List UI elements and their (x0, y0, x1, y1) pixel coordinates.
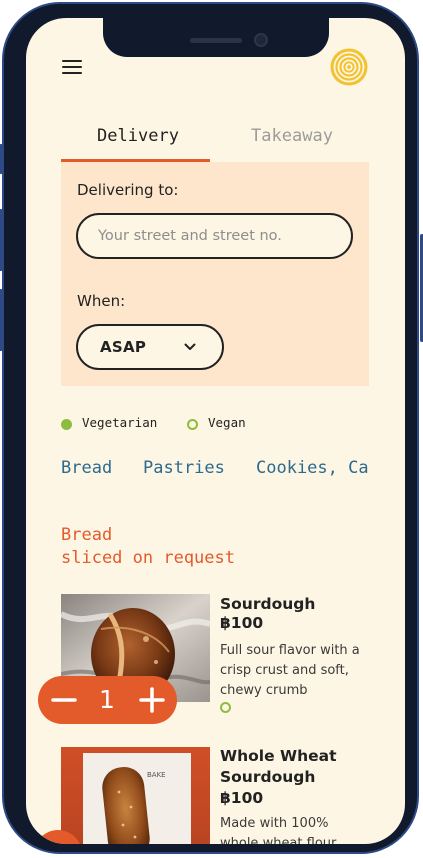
when-select-value: ASAP (100, 338, 147, 356)
phone-frame: Delivery Takeaway Delivering to: When: A… (0, 2, 423, 854)
section-subtitle: sliced on request (61, 548, 235, 568)
product-name-line2: Sourdough (220, 768, 316, 786)
increase-quantity-button[interactable] (132, 676, 172, 724)
product-price: ฿100 (220, 789, 264, 807)
quantity-value: 1 (99, 685, 115, 714)
diet-legend: Vegetarian Vegan (61, 415, 381, 435)
vegan-ring-icon (187, 419, 198, 430)
chevron-down-icon (184, 343, 196, 350)
legend-vegetarian-label: Vegetarian (82, 415, 158, 430)
logo-icon[interactable] (329, 47, 369, 87)
app-screen: Delivery Takeaway Delivering to: When: A… (26, 18, 405, 844)
when-label: When: (77, 292, 126, 310)
delivering-to-label: Delivering to: (77, 181, 179, 199)
product-name: Sourdough (220, 595, 316, 613)
mute-switch (0, 144, 3, 174)
product-description: Full sour flavor with a crisp crust and … (220, 643, 360, 698)
minus-icon (51, 698, 77, 702)
front-camera (254, 33, 268, 47)
legend-vegan-label: Vegan (208, 415, 246, 430)
delivery-panel: Delivering to: When: ASAP (61, 162, 369, 386)
whole-wheat-image[interactable]: BAKE (61, 747, 210, 844)
vegan-ring-icon (220, 702, 231, 713)
category-pastries[interactable]: Pastries (143, 458, 225, 478)
speaker (190, 38, 242, 43)
quantity-stepper: 1 (38, 676, 177, 724)
notch (103, 18, 329, 57)
svg-text:BAKE: BAKE (147, 771, 166, 779)
when-select[interactable]: ASAP (76, 324, 224, 370)
product-description-cut: whole wheat flour (220, 836, 337, 844)
category-bread[interactable]: Bread (61, 458, 112, 478)
product-price: ฿100 (220, 614, 264, 632)
address-input[interactable] (76, 213, 353, 259)
order-mode-tabs: Delivery Takeaway (61, 123, 369, 163)
plus-icon (139, 687, 165, 713)
vegetarian-dot-icon (61, 419, 72, 430)
volume-down-button (0, 289, 3, 351)
tab-delivery[interactable]: Delivery (61, 123, 215, 163)
tab-takeaway[interactable]: Takeaway (215, 123, 369, 163)
product-description: Made with 100% (220, 816, 329, 831)
product-name: Whole Wheat (220, 747, 337, 765)
category-cookies[interactable]: Cookies, Ca (256, 458, 369, 478)
decrease-quantity-button[interactable] (44, 676, 84, 724)
hamburger-menu-icon[interactable] (62, 58, 84, 76)
category-nav: Bread Pastries Cookies, Ca (61, 458, 405, 486)
volume-up-button (0, 209, 3, 271)
section-title: Bread (61, 525, 113, 545)
